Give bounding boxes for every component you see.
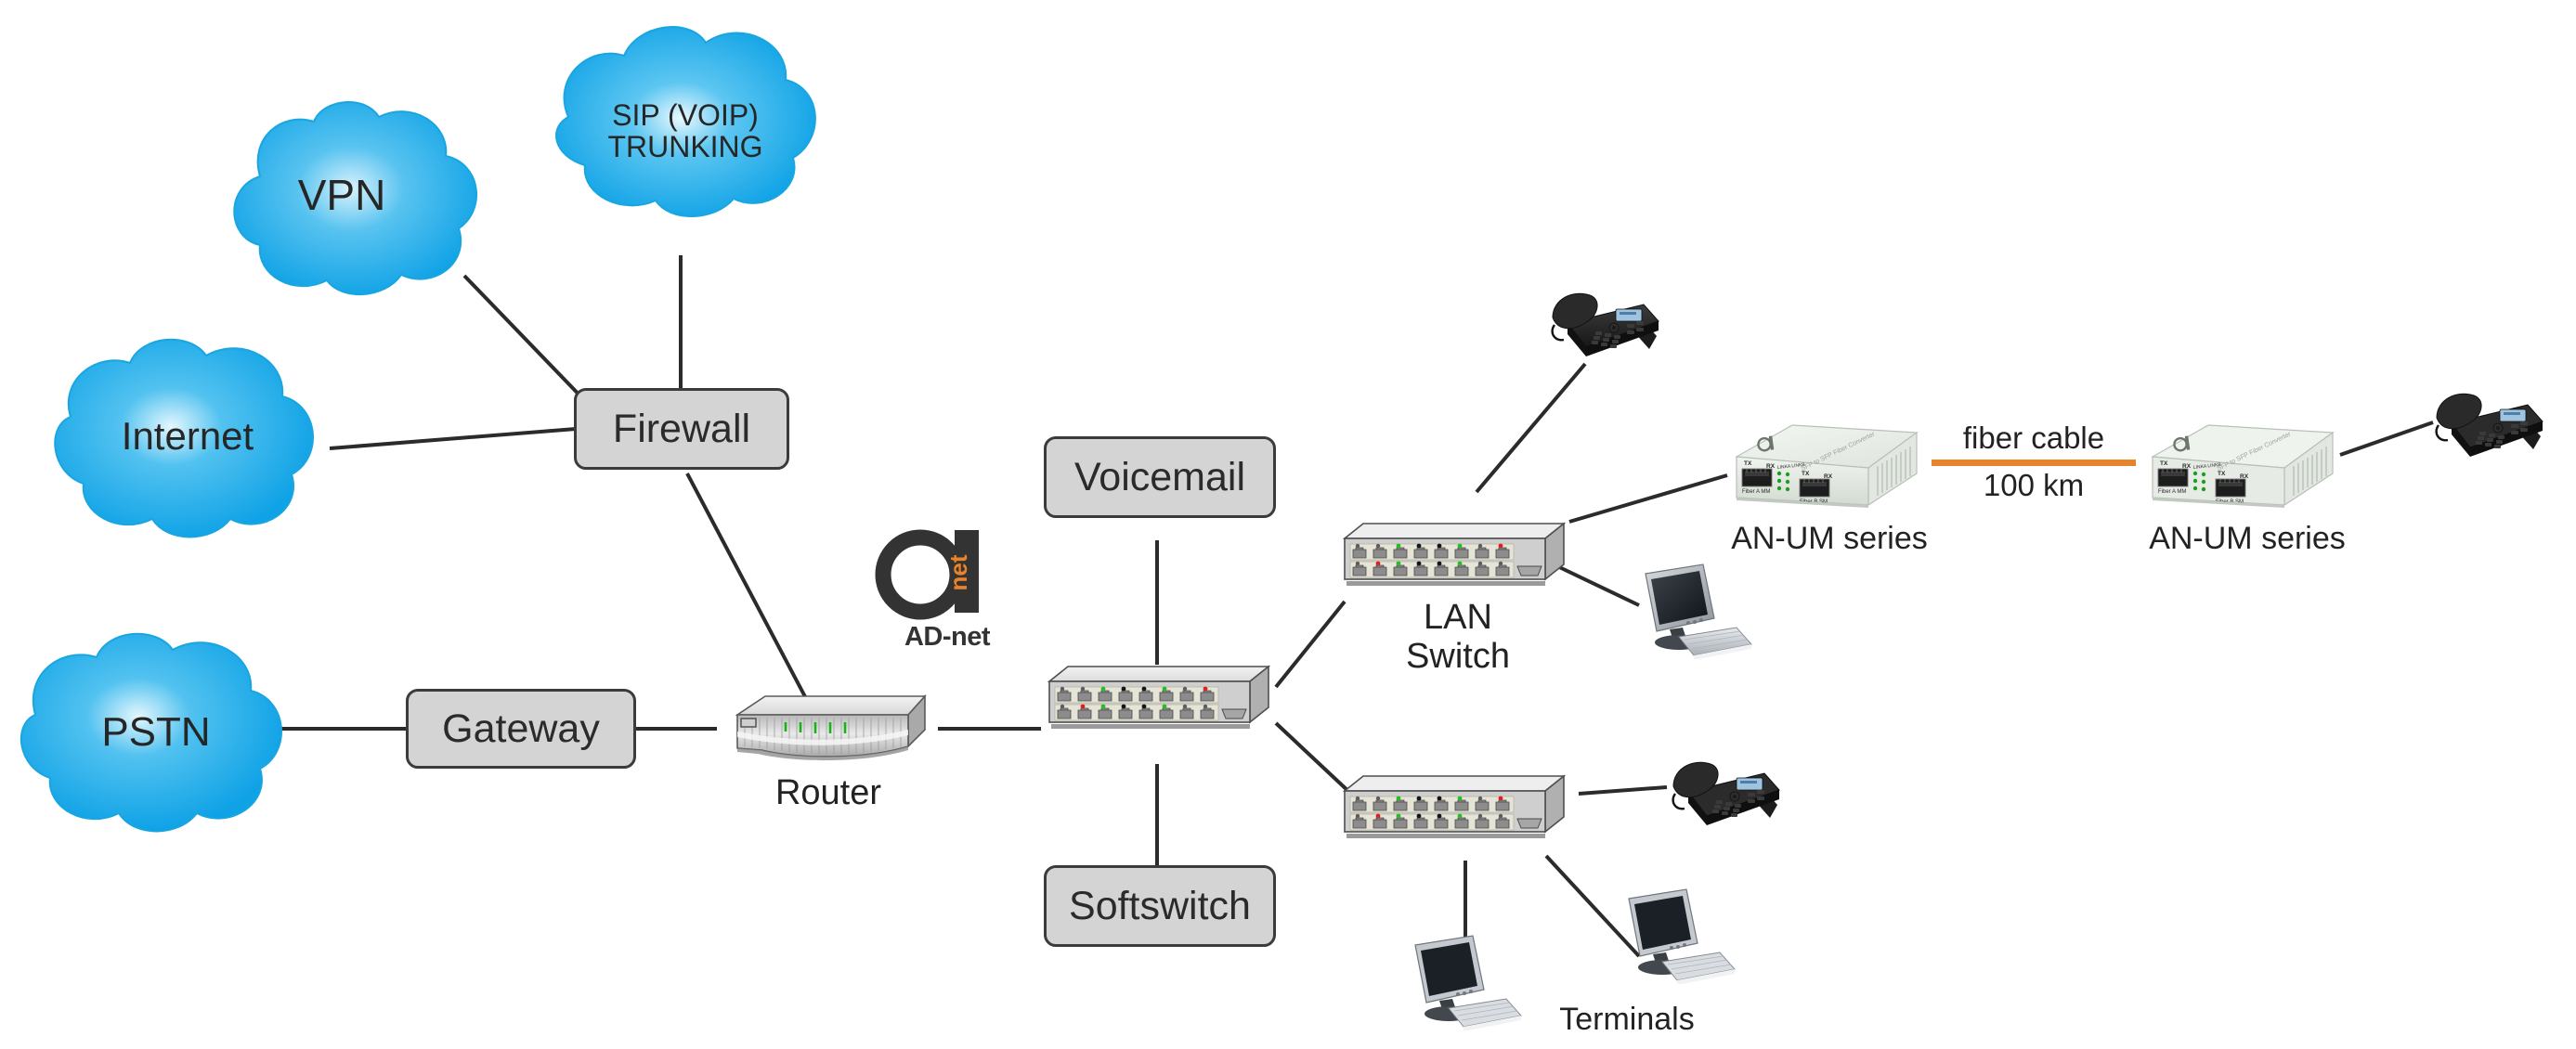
converter-port-b-rx-label: RX <box>1824 473 1833 480</box>
device-lan-switch-lower[interactable] <box>1335 771 1575 845</box>
box-voicemail-label: Voicemail <box>1073 454 1246 499</box>
phone-lcd-screen <box>2499 408 2527 422</box>
cloud-pstn[interactable]: PSTN <box>7 624 305 842</box>
box-firewall-label: Firewall <box>612 406 751 451</box>
device-converter-left[interactable]: SFP to SFP Fiber Converter TX RX Fiber A… <box>1720 416 1935 525</box>
sfp-port-b <box>1799 478 1830 498</box>
link-coreswitch-lanswitch-upper <box>1274 600 1347 689</box>
link-lanswitch-ipphone-top <box>1475 362 1587 494</box>
converter-port-a-label: Fiber A MM <box>1742 489 1770 495</box>
phone-lcd-screen <box>1736 777 1763 791</box>
caption-lan-switch: LAN Switch <box>1406 598 1510 676</box>
cloud-internet[interactable]: Internet <box>39 328 336 546</box>
fiber-cable-line <box>1932 460 2136 466</box>
fiber-cable-label-top: fiber cable <box>1962 421 2105 455</box>
box-voicemail[interactable]: Voicemail <box>1044 436 1276 518</box>
adnet-logo: net AD-net <box>873 522 1021 652</box>
cloud-sip-trunking[interactable]: SIP (VOIP) TRUNKING <box>540 13 830 251</box>
phone-lcd-screen <box>1615 308 1643 322</box>
box-gateway[interactable]: Gateway <box>406 689 636 769</box>
device-ip-phone-lower[interactable] <box>1662 747 1792 840</box>
converter-port-a-label: Fiber A MM <box>2158 489 2186 495</box>
converter-port-a-rx-label: RX <box>2182 463 2192 470</box>
converter-port-a-rx-label: RX <box>1766 463 1776 470</box>
device-ip-phone-right[interactable] <box>2426 379 2556 472</box>
svg-text:net: net <box>944 554 972 590</box>
device-core-switch[interactable] <box>1040 661 1280 735</box>
link-firewall-router <box>685 473 812 706</box>
adnet-mark-icon: net <box>875 529 979 620</box>
network-diagram-canvas: VPN SIP (VOIP) TRUNKING Internet PSTN Fi… <box>0 0 2576 1049</box>
sfp-port-a <box>2157 468 2189 487</box>
device-lan-switch-upper[interactable] <box>1335 518 1575 592</box>
converter-port-b-tx-label: TX <box>1802 471 1810 477</box>
box-firewall[interactable]: Firewall <box>574 388 789 470</box>
converter-port-b-tx-label: TX <box>2218 471 2226 477</box>
caption-converter-left: AN-UM series <box>1731 521 1928 556</box>
caption-converter-right: AN-UM series <box>2149 521 2346 556</box>
cloud-vpn[interactable]: VPN <box>193 91 490 300</box>
box-softswitch[interactable]: Softswitch <box>1044 865 1276 947</box>
box-gateway-label: Gateway <box>442 706 600 751</box>
caption-terminals: Terminals <box>1559 1002 1695 1037</box>
device-terminal-lan[interactable] <box>1633 557 1763 659</box>
converter-port-b-rx-label: RX <box>2240 473 2249 480</box>
link-converter-right-ipphone <box>2339 421 2434 457</box>
device-ip-phone-top[interactable] <box>1542 278 1672 371</box>
converter-port-a-tx-label: TX <box>1744 460 1752 467</box>
link-internet-firewall <box>329 427 577 450</box>
sfp-port-a <box>1741 468 1773 487</box>
converter-port-a-tx-label: TX <box>2160 460 2168 467</box>
device-converter-right[interactable]: SFP to SFP Fiber Converter TX RX Fiber A… <box>2136 416 2351 525</box>
caption-router: Router <box>774 773 882 812</box>
box-softswitch-label: Softswitch <box>1069 883 1251 928</box>
fiber-cable-label-bottom: 100 km <box>1983 468 2085 502</box>
link-lanswitch-converter-left <box>1568 473 1728 524</box>
sfp-port-b <box>2215 478 2246 498</box>
link-lanswitch-lower-ipphone <box>1578 785 1668 796</box>
device-router[interactable] <box>717 689 940 769</box>
device-terminal-right[interactable] <box>1616 882 1746 984</box>
adnet-wordmark: AD-net <box>904 622 991 652</box>
